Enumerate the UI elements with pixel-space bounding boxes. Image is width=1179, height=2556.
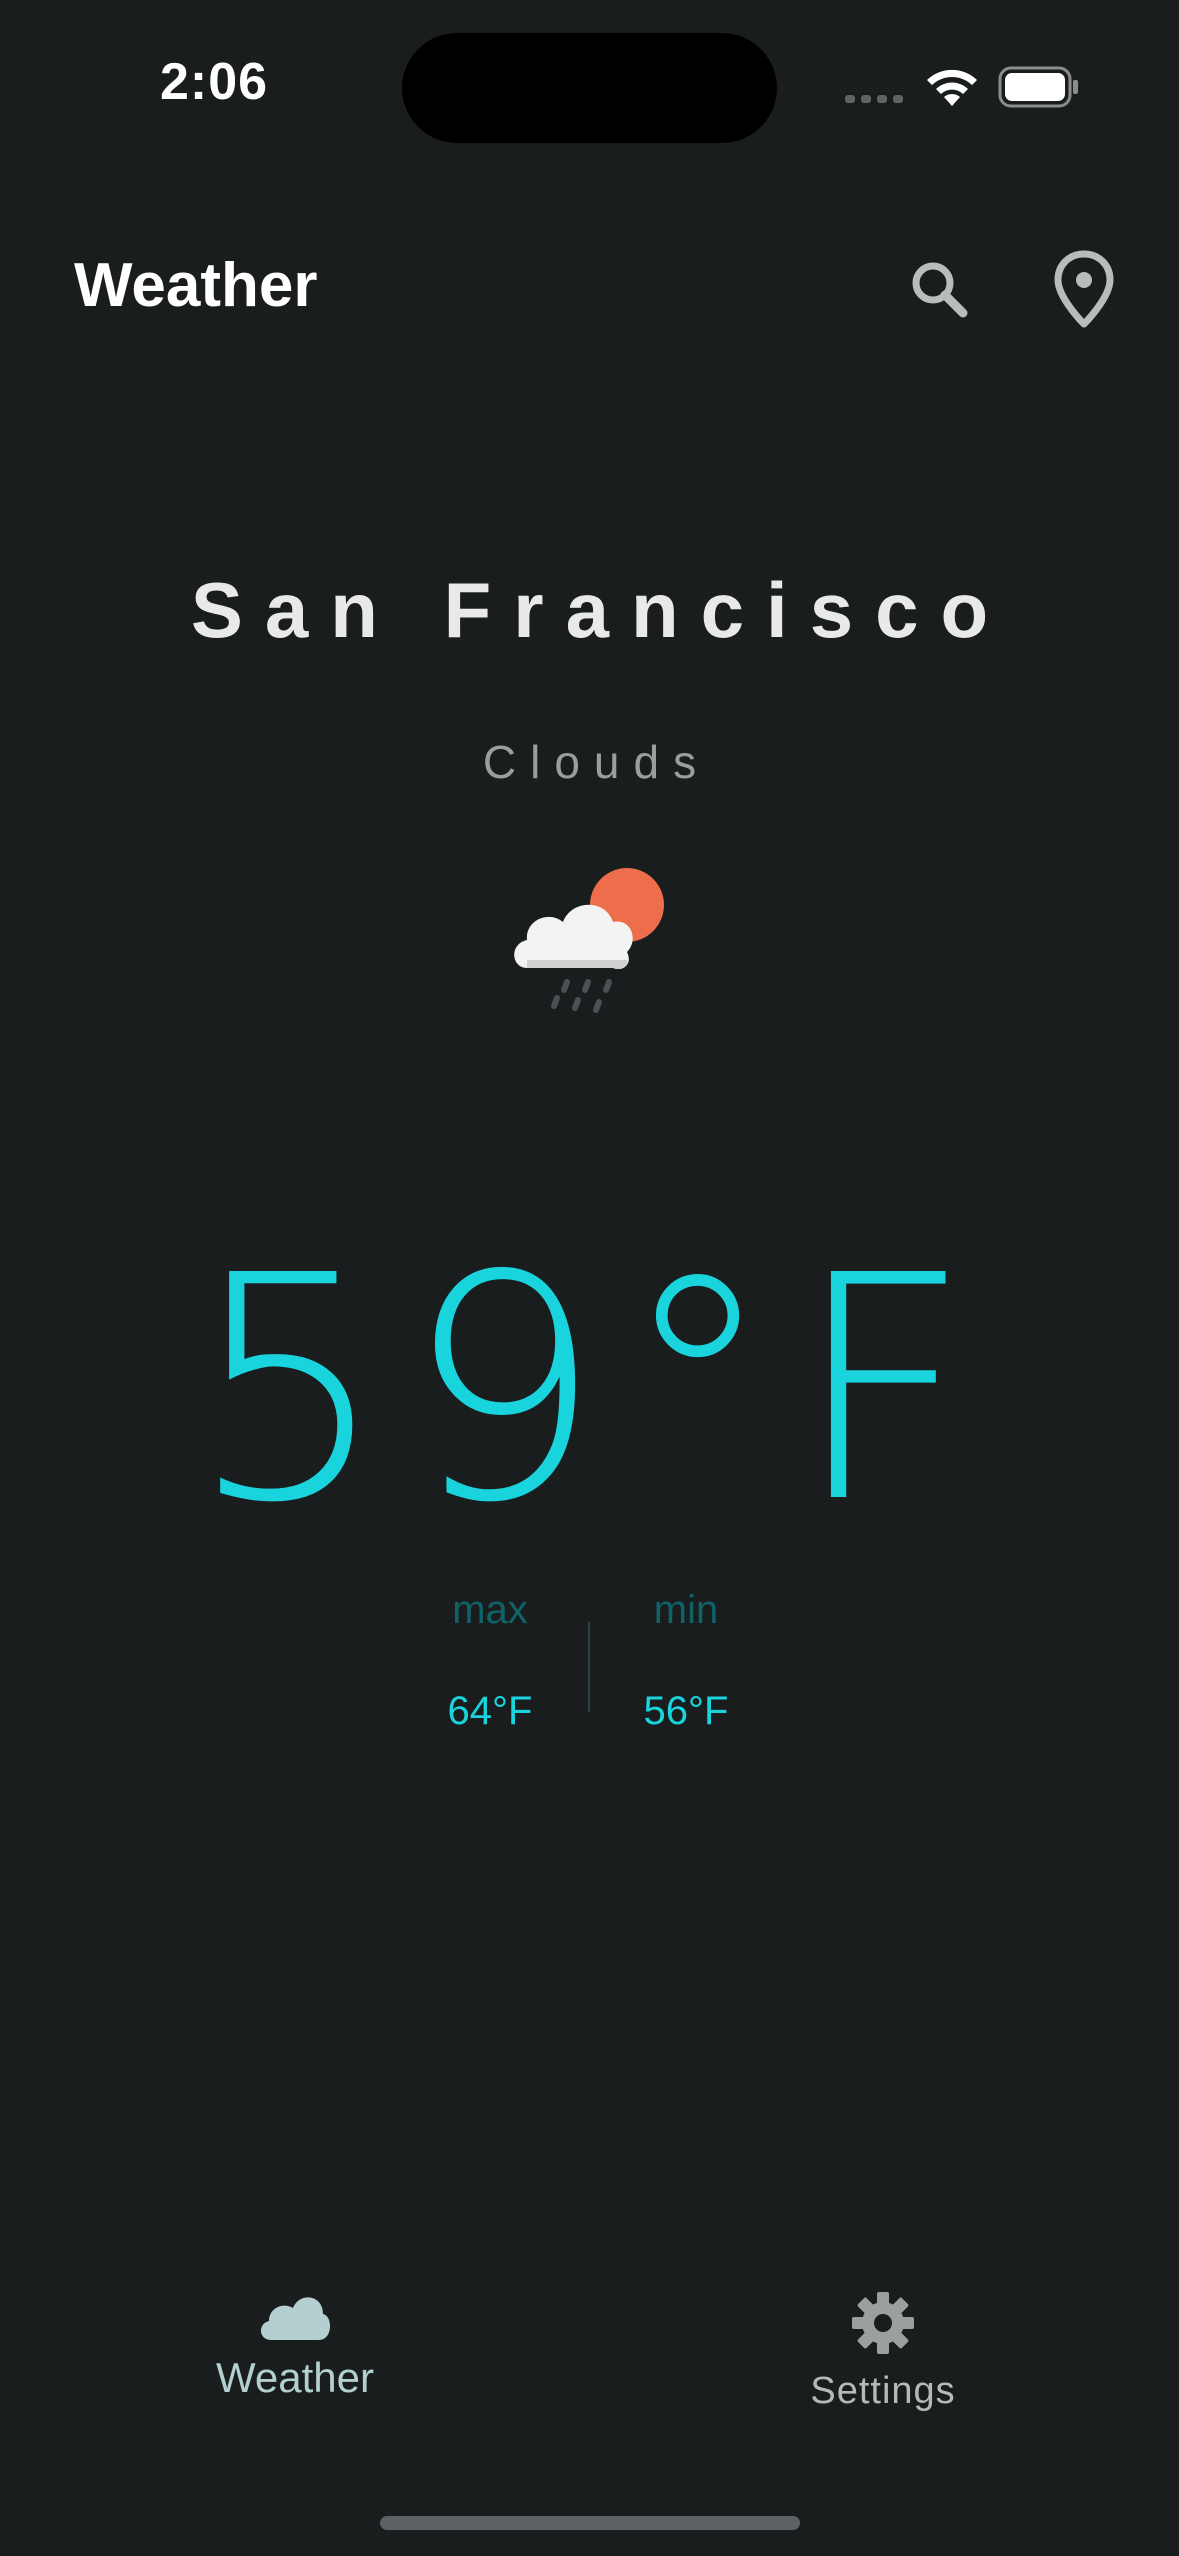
min-temperature-block: min 56°F xyxy=(586,1580,786,1734)
gear-icon xyxy=(852,2292,914,2354)
nav-label-weather: Weather xyxy=(216,2354,374,2401)
search-icon xyxy=(912,262,968,318)
nav-item-weather[interactable]: Weather xyxy=(145,2290,445,2402)
app-title: Weather xyxy=(74,251,318,320)
status-bar: 2:06 xyxy=(0,0,1179,150)
city-name: San Francisco xyxy=(190,566,1011,654)
home-indicator[interactable] xyxy=(380,2516,800,2530)
min-label: min xyxy=(653,1588,719,1632)
battery-icon xyxy=(998,66,1078,108)
search-button[interactable] xyxy=(900,250,980,330)
weather-condition: Clouds xyxy=(482,736,711,788)
weather-screen: 2:06 Weather San Francisco Clouds 59°F m… xyxy=(0,0,1179,2556)
current-temperature: 59°F xyxy=(189,1210,990,1571)
location-pin-icon xyxy=(1054,250,1114,328)
min-value: 56°F xyxy=(643,1689,729,1733)
app-bar: Weather xyxy=(0,230,1179,340)
dynamic-island xyxy=(402,33,777,143)
nav-label-settings: Settings xyxy=(810,2370,956,2412)
nav-item-settings[interactable]: Settings xyxy=(733,2290,1033,2413)
cloud-icon xyxy=(260,2297,331,2340)
cloud-sun-rain-icon xyxy=(514,868,664,1013)
status-time: 2:06 xyxy=(160,53,269,111)
max-temperature-block: max 64°F xyxy=(390,1580,590,1734)
min-max-panel: max 64°F min 56°F xyxy=(0,1580,1179,1760)
bottom-navigation: Weather Settings xyxy=(0,2290,1179,2470)
wifi-icon xyxy=(927,69,977,106)
max-value: 64°F xyxy=(447,1689,533,1733)
location-button[interactable] xyxy=(1044,246,1124,334)
signal-icon xyxy=(845,95,903,103)
max-label: max xyxy=(452,1588,528,1632)
